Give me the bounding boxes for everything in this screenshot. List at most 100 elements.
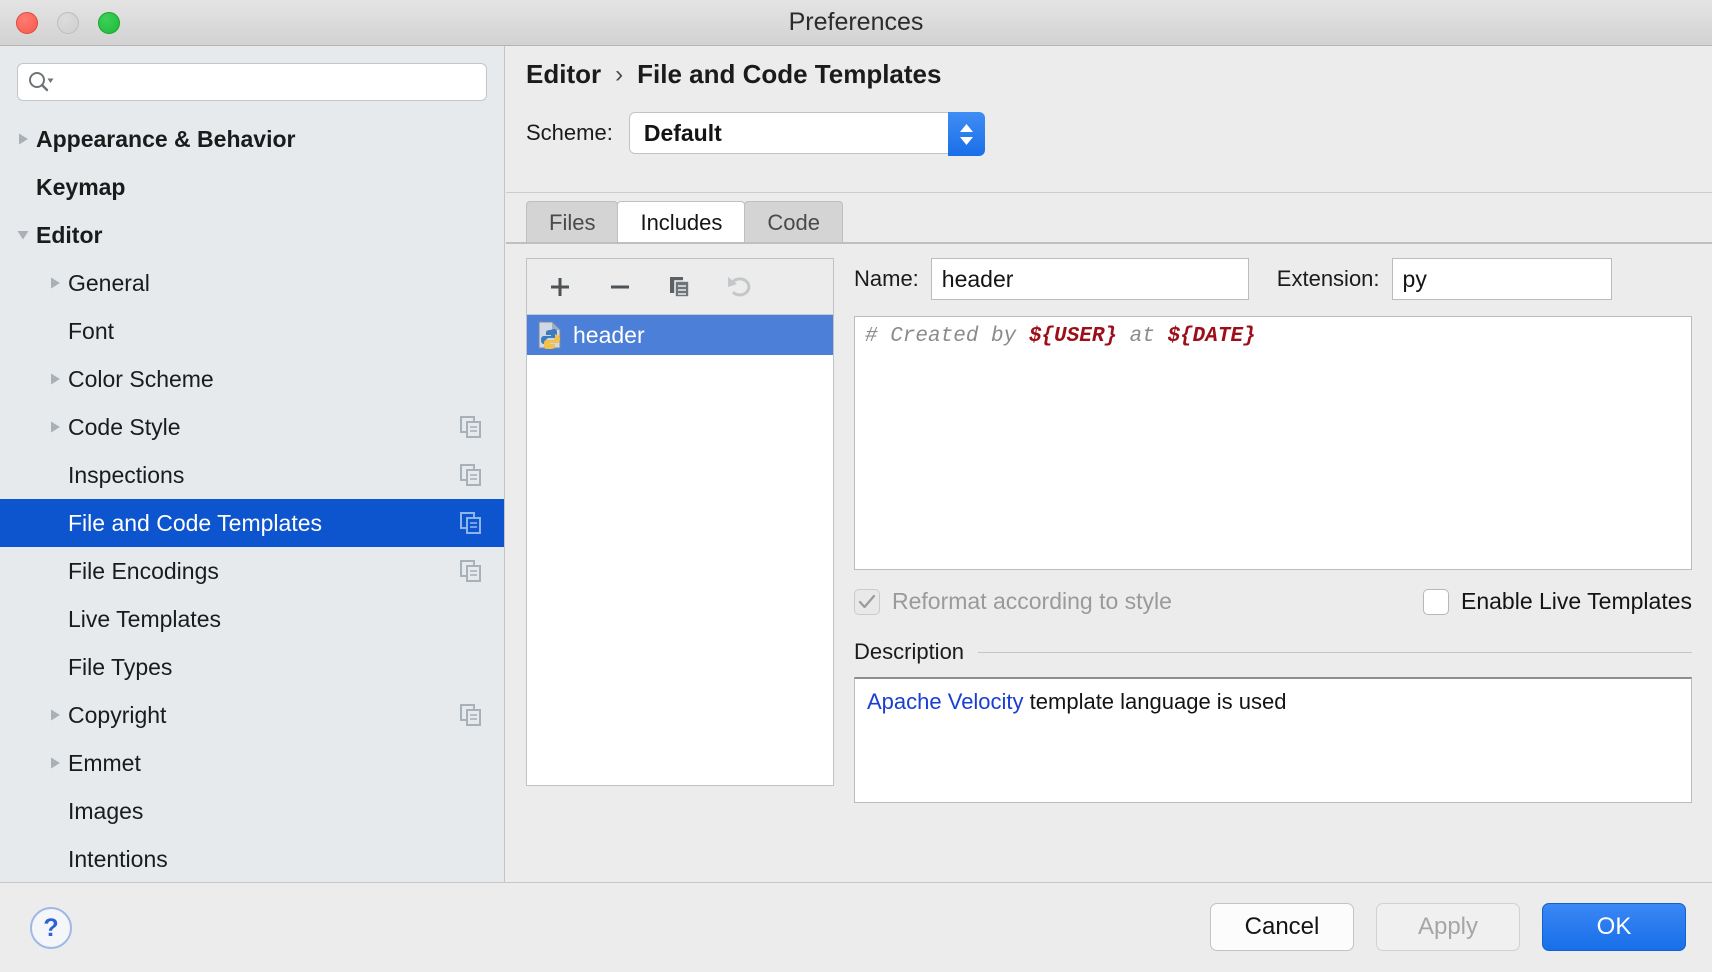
settings-tree: Appearance & Behavior Keymap Editor Gene… bbox=[0, 115, 504, 882]
help-button[interactable]: ? bbox=[30, 907, 72, 949]
sidebar-item-label: Keymap bbox=[36, 174, 125, 201]
cancel-button[interactable]: Cancel bbox=[1210, 903, 1354, 951]
code-var-user: ${USER} bbox=[1029, 325, 1117, 348]
reformat-checkbox-wrap[interactable]: Reformat according to style bbox=[854, 588, 1172, 615]
template-code-editor[interactable]: # Created by ${USER} at ${DATE} bbox=[854, 316, 1692, 570]
sidebar-item-editor[interactable]: Editor bbox=[0, 211, 504, 259]
apache-velocity-link[interactable]: Apache Velocity bbox=[867, 689, 1024, 714]
copy-settings-icon[interactable] bbox=[460, 416, 482, 438]
sidebar-item-label: General bbox=[68, 270, 150, 297]
sidebar-item-copyright[interactable]: Copyright bbox=[0, 691, 504, 739]
chevron-right-icon[interactable] bbox=[42, 708, 68, 722]
sidebar-item-label: File Types bbox=[68, 654, 172, 681]
live-templates-checkbox-label: Enable Live Templates bbox=[1461, 588, 1692, 615]
sidebar-item-appearance-behavior[interactable]: Appearance & Behavior bbox=[0, 115, 504, 163]
chevron-right-icon[interactable] bbox=[10, 132, 36, 146]
description-title: Description bbox=[854, 639, 964, 665]
description-box: Apache Velocity template language is use… bbox=[854, 677, 1692, 803]
templates-toolbar bbox=[527, 259, 833, 315]
tab-files[interactable]: Files bbox=[526, 201, 618, 243]
ok-button[interactable]: OK bbox=[1542, 903, 1686, 951]
code-comment-prefix: # Created by bbox=[865, 325, 1029, 348]
sidebar-item-label: Intentions bbox=[68, 846, 168, 873]
live-templates-checkbox[interactable] bbox=[1423, 589, 1449, 615]
description-group: Description Apache Velocity template lan… bbox=[854, 639, 1692, 803]
apply-button: Apply bbox=[1376, 903, 1520, 951]
scheme-row: Scheme: Default bbox=[526, 112, 985, 154]
code-var-date: ${DATE} bbox=[1167, 325, 1255, 348]
name-label: Name: bbox=[854, 266, 919, 292]
sidebar-item-general[interactable]: General bbox=[0, 259, 504, 307]
copy-settings-icon[interactable] bbox=[460, 704, 482, 726]
preferences-window: Preferences Appearance & Be bbox=[0, 0, 1712, 972]
description-text: template language is used bbox=[1024, 689, 1287, 714]
live-templates-checkbox-wrap[interactable]: Enable Live Templates bbox=[1423, 588, 1692, 615]
search-container bbox=[0, 46, 504, 101]
tabs-underline bbox=[506, 242, 1712, 244]
list-item[interactable]: header bbox=[527, 315, 833, 355]
sidebar-item-color-scheme[interactable]: Color Scheme bbox=[0, 355, 504, 403]
settings-sidebar: Appearance & Behavior Keymap Editor Gene… bbox=[0, 46, 505, 882]
sidebar-item-file-and-code-templates[interactable]: File and Code Templates bbox=[0, 499, 504, 547]
scheme-label: Scheme: bbox=[526, 120, 613, 146]
reformat-checkbox-label: Reformat according to style bbox=[892, 588, 1172, 615]
breadcrumb-parent[interactable]: Editor bbox=[526, 59, 601, 90]
sidebar-item-label: Images bbox=[68, 798, 143, 825]
window-title: Preferences bbox=[0, 0, 1712, 45]
python-file-icon bbox=[537, 321, 563, 349]
breadcrumb-current: File and Code Templates bbox=[637, 59, 941, 90]
sidebar-item-inspections[interactable]: Inspections bbox=[0, 451, 504, 499]
search-icon bbox=[28, 71, 54, 93]
sidebar-item-label: Emmet bbox=[68, 750, 141, 777]
scheme-value: Default bbox=[644, 120, 722, 147]
chevron-right-icon[interactable] bbox=[42, 276, 68, 290]
copy-settings-icon[interactable] bbox=[460, 464, 482, 486]
chevron-right-icon[interactable] bbox=[42, 372, 68, 386]
templates-list-panel: header bbox=[526, 258, 834, 786]
chevron-updown-icon[interactable] bbox=[948, 112, 985, 156]
sidebar-item-label: Code Style bbox=[68, 414, 181, 441]
sidebar-item-label: Font bbox=[68, 318, 114, 345]
sidebar-item-font[interactable]: Font bbox=[0, 307, 504, 355]
code-between: at bbox=[1117, 325, 1167, 348]
name-input[interactable]: header bbox=[931, 258, 1249, 300]
sidebar-item-label: Live Templates bbox=[68, 606, 221, 633]
settings-content-panel: Editor › File and Code Templates Scheme:… bbox=[506, 46, 1712, 882]
group-divider bbox=[978, 652, 1692, 653]
description-group-header: Description bbox=[854, 639, 1692, 665]
chevron-down-icon[interactable] bbox=[10, 228, 36, 242]
copy-settings-icon[interactable] bbox=[460, 512, 482, 534]
sidebar-item-emmet[interactable]: Emmet bbox=[0, 739, 504, 787]
extension-input[interactable]: py bbox=[1392, 258, 1612, 300]
breadcrumb: Editor › File and Code Templates bbox=[526, 59, 941, 90]
extension-label: Extension: bbox=[1277, 266, 1380, 292]
tab-includes[interactable]: Includes bbox=[617, 201, 745, 243]
sidebar-item-intentions[interactable]: Intentions bbox=[0, 835, 504, 882]
sidebar-item-label: Inspections bbox=[68, 462, 184, 489]
remove-icon[interactable] bbox=[603, 270, 637, 304]
add-icon[interactable] bbox=[543, 270, 577, 304]
copy-settings-icon[interactable] bbox=[460, 560, 482, 582]
sidebar-item-file-encodings[interactable]: File Encodings bbox=[0, 547, 504, 595]
copy-icon[interactable] bbox=[663, 270, 697, 304]
chevron-right-icon[interactable] bbox=[42, 756, 68, 770]
search-input[interactable] bbox=[54, 73, 476, 91]
sidebar-item-label: Copyright bbox=[68, 702, 166, 729]
list-item-label: header bbox=[573, 322, 645, 349]
tab-code[interactable]: Code bbox=[744, 201, 843, 243]
chevron-right-icon[interactable] bbox=[42, 420, 68, 434]
header-divider bbox=[506, 192, 1712, 193]
sidebar-item-file-types[interactable]: File Types bbox=[0, 643, 504, 691]
sidebar-item-live-templates[interactable]: Live Templates bbox=[0, 595, 504, 643]
scheme-dropdown[interactable]: Default bbox=[629, 112, 985, 154]
sidebar-item-code-style[interactable]: Code Style bbox=[0, 403, 504, 451]
sidebar-item-label: Appearance & Behavior bbox=[36, 126, 295, 153]
title-bar: Preferences bbox=[0, 0, 1712, 46]
name-extension-row: Name: header Extension: py bbox=[854, 258, 1692, 300]
sidebar-item-images[interactable]: Images bbox=[0, 787, 504, 835]
reformat-checkbox bbox=[854, 589, 880, 615]
template-tabs: Files Includes Code bbox=[526, 201, 842, 243]
sidebar-item-keymap[interactable]: Keymap bbox=[0, 163, 504, 211]
footer-button-group: Cancel Apply OK bbox=[1210, 903, 1686, 951]
search-box[interactable] bbox=[17, 63, 487, 101]
